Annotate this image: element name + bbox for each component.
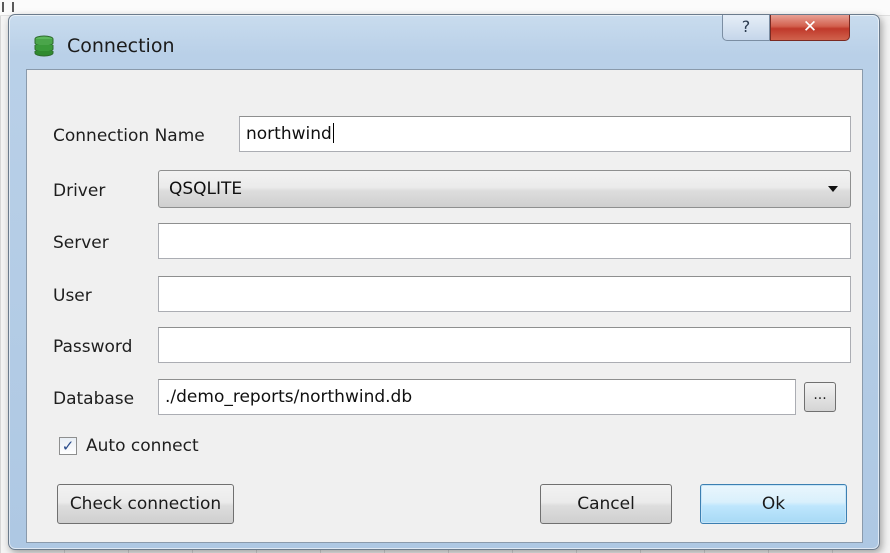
connection-name-label: Connection Name bbox=[53, 126, 205, 146]
cancel-button[interactable]: Cancel bbox=[540, 484, 672, 524]
driver-value: QSQLITE bbox=[169, 179, 243, 199]
title-bar[interactable]: Connection ? ✕ bbox=[9, 15, 879, 67]
driver-label: Driver bbox=[53, 181, 106, 201]
window-title: Connection bbox=[67, 35, 175, 57]
close-icon: ✕ bbox=[802, 17, 818, 37]
text-caret bbox=[332, 123, 334, 143]
auto-connect-checkbox[interactable]: ✓ bbox=[59, 437, 77, 455]
checkmark-icon: ✓ bbox=[61, 437, 75, 455]
database-value: ./demo_reports/northwind.db bbox=[165, 387, 413, 407]
user-label: User bbox=[53, 286, 92, 306]
connection-name-value: northwind bbox=[246, 124, 332, 144]
auto-connect-label[interactable]: Auto connect bbox=[86, 436, 199, 456]
connection-dialog: Connection ? ✕ Connection Name northwind… bbox=[8, 14, 880, 550]
server-label: Server bbox=[53, 233, 109, 253]
user-input[interactable] bbox=[158, 276, 851, 312]
strip-tick bbox=[2, 2, 4, 12]
database-input[interactable]: ./demo_reports/northwind.db bbox=[158, 379, 796, 415]
password-input[interactable] bbox=[158, 327, 851, 363]
help-icon: ? bbox=[741, 17, 751, 36]
database-icon bbox=[34, 35, 54, 57]
help-button[interactable]: ? bbox=[722, 15, 770, 41]
password-label: Password bbox=[53, 337, 133, 357]
browse-database-button[interactable]: ... bbox=[804, 382, 836, 412]
close-button[interactable]: ✕ bbox=[770, 15, 850, 41]
ellipsis-icon: ... bbox=[813, 387, 827, 403]
database-label: Database bbox=[53, 389, 135, 409]
ok-button[interactable]: Ok bbox=[700, 484, 847, 524]
dialog-client-area: Connection Name northwind Driver QSQLITE… bbox=[26, 69, 863, 543]
driver-select[interactable]: QSQLITE bbox=[158, 170, 851, 208]
server-input[interactable] bbox=[158, 223, 851, 259]
connection-name-input[interactable]: northwind bbox=[239, 116, 851, 152]
chevron-down-icon[interactable] bbox=[828, 186, 838, 192]
strip-tick bbox=[12, 2, 14, 12]
check-connection-button[interactable]: Check connection bbox=[57, 484, 234, 524]
